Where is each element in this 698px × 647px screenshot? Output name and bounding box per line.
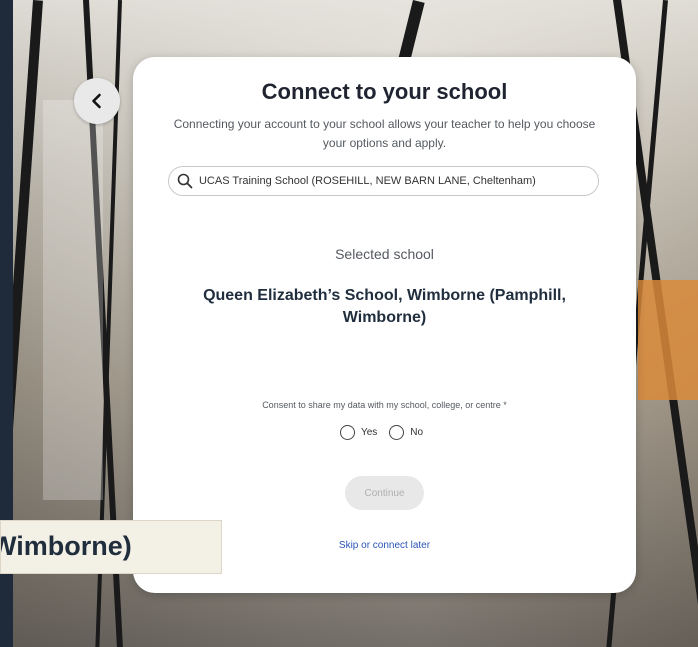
- zoom-callout-text: Wimborne): [0, 531, 132, 561]
- zoom-callout: Wimborne): [0, 520, 222, 574]
- selected-school-label: Selected school: [335, 246, 434, 262]
- continue-button[interactable]: Continue: [345, 476, 424, 510]
- page-title: Connect to your school: [261, 79, 508, 104]
- school-search-input[interactable]: [198, 175, 598, 187]
- connect-school-card: Connect to your school Connecting your a…: [133, 57, 636, 593]
- consent-label: Consent to share my data with my school,…: [262, 400, 507, 410]
- consent-no-radio[interactable]: [389, 425, 405, 440]
- orange-panel: [638, 280, 698, 400]
- search-icon: [177, 173, 193, 189]
- back-button[interactable]: [74, 78, 120, 124]
- consent-no-label[interactable]: No: [410, 427, 423, 438]
- page-subtitle: Connecting your account to your school a…: [173, 117, 596, 150]
- consent-yes-label[interactable]: Yes: [361, 427, 377, 438]
- glass-pane: [43, 100, 103, 500]
- chevron-left-icon: [92, 93, 101, 109]
- school-search-box[interactable]: [168, 166, 599, 196]
- selected-school-name: Queen Elizabeth’s School, Wimborne (Pamp…: [203, 287, 566, 326]
- consent-radio-group: Yes No: [133, 425, 636, 440]
- consent-yes-radio[interactable]: [339, 425, 355, 440]
